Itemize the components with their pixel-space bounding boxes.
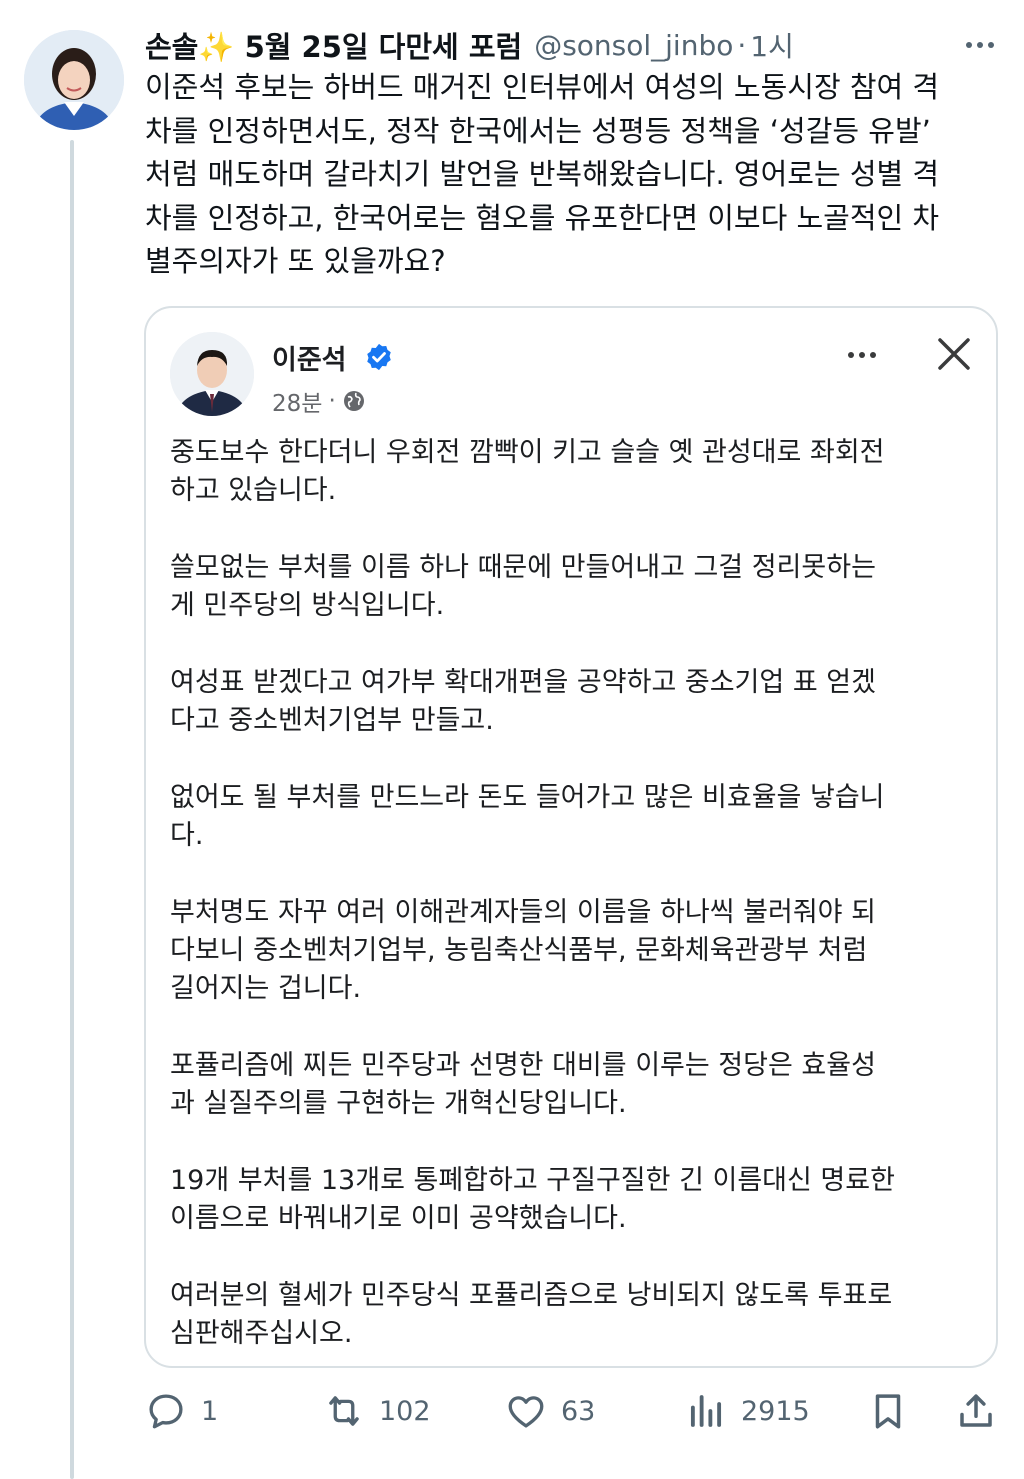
quoted-paragraph: 포퓰리즘에 찌든 민주당과 선명한 대비를 이루는 정당은 효율성 과 실질주의… bbox=[170, 1047, 970, 1123]
quoted-post-card[interactable]: 이준석 28분 · 중도보수 한다더니 우회전 깜빡이 키고 슬슬 옛 관성대로… bbox=[144, 306, 998, 1368]
bookmark-icon bbox=[875, 1394, 901, 1429]
quoted-text-line: 다보니 중소벤처기업부, 농림축산식품부, 문화체육관광부 처럼 bbox=[170, 935, 868, 966]
views-count: 2915 bbox=[741, 1395, 810, 1427]
quoted-text-line: 쓸모없는 부처를 이름 하나 때문에 만들어내고 그걸 정리못하는 bbox=[170, 552, 876, 583]
quoted-paragraph: 없어도 될 부처를 만드느라 돈도 들어가고 많은 비효율을 낳습니 다. bbox=[170, 779, 970, 855]
like-count: 63 bbox=[561, 1395, 596, 1427]
quoted-text-line: 포퓰리즘에 찌든 민주당과 선명한 대비를 이루는 정당은 효율성 bbox=[170, 1050, 876, 1081]
thread-connector-line bbox=[70, 140, 74, 1479]
tweet-text: 이준석 후보는 하버드 매거진 인터뷰에서 여성의 노동시장 참여 격 차를 인… bbox=[145, 66, 1005, 284]
tweet-action-bar: 1 102 63 2915 bbox=[145, 1385, 1005, 1437]
quoted-paragraph: 중도보수 한다더니 우회전 깜빡이 키고 슬슬 옛 관성대로 좌회전 하고 있습… bbox=[170, 434, 970, 510]
tweet-time[interactable]: 1시 bbox=[750, 25, 794, 65]
views-button[interactable]: 2915 bbox=[685, 1385, 810, 1437]
more-horizontal-icon[interactable] bbox=[842, 340, 882, 370]
author-display-name[interactable]: 손솔✨ 5월 25일 다만세 포럼 bbox=[145, 24, 522, 66]
tweet-header: 손솔✨ 5월 25일 다만세 포럼 @sonsol_jinbo · 1시 bbox=[145, 24, 1000, 66]
verified-badge-icon bbox=[367, 343, 391, 371]
author-handle[interactable]: @sonsol_jinbo bbox=[534, 29, 733, 62]
quoted-text-line: 다고 중소벤처기업부 만들고. bbox=[170, 705, 494, 736]
quoted-text-line: 다. bbox=[170, 820, 204, 851]
reply-count: 1 bbox=[201, 1395, 219, 1427]
tweet-text-line: 차를 인정하면서도, 정작 한국에서는 성평등 정책을 ‘성갈등 유발’ bbox=[145, 113, 931, 148]
reply-icon bbox=[149, 1394, 183, 1429]
author-name[interactable]: 손솔 bbox=[145, 30, 198, 64]
reply-button[interactable]: 1 bbox=[145, 1385, 218, 1437]
tweet-text-line: 처럼 매도하며 갈라치기 발언을 반복해왔습니다. 영어로는 성별 격 bbox=[145, 157, 940, 191]
close-icon[interactable] bbox=[934, 334, 974, 374]
quoted-text-line: 길어지는 겁니다. bbox=[170, 973, 362, 1004]
tweet-text-line: 별주의자가 또 있을까요? bbox=[145, 244, 446, 278]
quoted-text-line: 이름으로 바꿔내기로 이미 공약했습니다. bbox=[170, 1203, 627, 1234]
quoted-text-line: 19개 부처를 13개로 통폐합하고 구질구질한 긴 이름대신 명료한 bbox=[170, 1165, 895, 1196]
repost-count: 102 bbox=[379, 1395, 431, 1427]
sparkles-emoji: ✨ bbox=[198, 30, 235, 64]
quoted-text-line: 하고 있습니다. bbox=[170, 475, 337, 506]
quoted-author-name[interactable]: 이준석 bbox=[272, 338, 347, 377]
quoted-text-line: 과 실질주의를 구현하는 개혁신당입니다. bbox=[170, 1088, 627, 1119]
bookmark-button[interactable] bbox=[867, 1385, 909, 1437]
repost-icon bbox=[329, 1396, 359, 1426]
like-button[interactable]: 63 bbox=[505, 1385, 595, 1437]
more-horizontal-icon[interactable] bbox=[960, 30, 1000, 60]
quoted-post-body: 중도보수 한다더니 우회전 깜빡이 키고 슬슬 옛 관성대로 좌회전 하고 있습… bbox=[170, 434, 970, 1366]
share-button[interactable] bbox=[955, 1385, 997, 1437]
tweet-text-line: 이준석 후보는 하버드 매거진 인터뷰에서 여성의 노동시장 참여 격 bbox=[145, 70, 940, 104]
heart-icon bbox=[508, 1396, 544, 1428]
quoted-text-line: 심판해주십시오. bbox=[170, 1318, 353, 1349]
quoted-text-line: 게 민주당의 방식입니다. bbox=[170, 590, 445, 621]
quoted-post-meta: 28분 · bbox=[272, 384, 366, 418]
quoted-text-line: 여러분의 혈세가 민주당식 포퓰리즘으로 낭비되지 않도록 투표로 bbox=[170, 1280, 893, 1311]
author-tagline[interactable]: 5월 25일 다만세 포럼 bbox=[245, 30, 523, 64]
tweet-text-line: 차를 인정하고, 한국어로는 혐오를 유포한다면 이보다 노골적인 차 bbox=[145, 200, 940, 235]
meta-separator: · bbox=[328, 388, 336, 414]
quoted-paragraph: 여러분의 혈세가 민주당식 포퓰리즘으로 낭비되지 않도록 투표로 심판해주십시… bbox=[170, 1277, 970, 1353]
views-chart-icon bbox=[690, 1395, 722, 1427]
author-avatar[interactable] bbox=[24, 30, 124, 130]
quoted-paragraph: 여성표 받겠다고 여가부 확대개편을 공약하고 중소기업 표 얻겠 다고 중소벤… bbox=[170, 664, 970, 740]
quoted-paragraph: 19개 부처를 13개로 통폐합하고 구질구질한 긴 이름대신 명료한 이름으로… bbox=[170, 1162, 970, 1238]
quoted-text-line: 부처명도 자꾸 여러 이해관계자들의 이름을 하나씩 불러줘야 되 bbox=[170, 897, 876, 928]
repost-button[interactable]: 102 bbox=[323, 1385, 431, 1437]
quoted-text-line: 중도보수 한다더니 우회전 깜빡이 키고 슬슬 옛 관성대로 좌회전 bbox=[170, 437, 885, 468]
quoted-text-line: 없어도 될 부처를 만드느라 돈도 들어가고 많은 비효율을 낳습니 bbox=[170, 782, 885, 813]
quoted-author-avatar[interactable] bbox=[170, 332, 254, 416]
quoted-text-line: 여성표 받겠다고 여가부 확대개편을 공약하고 중소기업 표 얻겠 bbox=[170, 667, 876, 698]
quoted-post-time[interactable]: 28분 bbox=[272, 384, 322, 418]
quoted-paragraph: 부처명도 자꾸 여러 이해관계자들의 이름을 하나씩 불러줘야 되 다보니 중소… bbox=[170, 894, 970, 1008]
globe-icon bbox=[343, 391, 364, 411]
share-icon bbox=[960, 1394, 992, 1427]
quoted-paragraph: 쓸모없는 부처를 이름 하나 때문에 만들어내고 그걸 정리못하는 게 민주당의… bbox=[170, 549, 970, 625]
time-separator: · bbox=[737, 28, 747, 62]
